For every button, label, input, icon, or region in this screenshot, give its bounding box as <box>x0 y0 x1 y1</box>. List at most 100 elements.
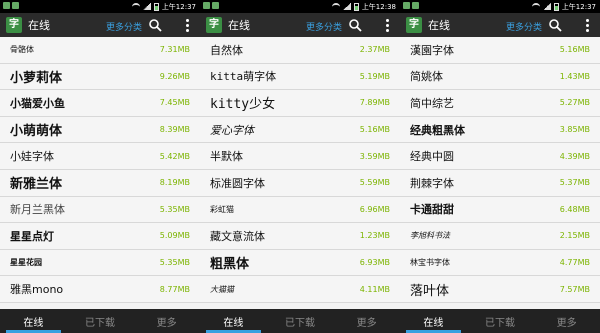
file-size: 5.16MB <box>359 125 390 135</box>
list-item[interactable]: 标准圆字体 5.59MB <box>200 169 400 197</box>
list-item[interactable]: 经典粗黑体 3.85MB <box>400 116 600 144</box>
file-size: 6.93MB <box>359 258 390 268</box>
tab-online[interactable]: 在线 <box>400 309 467 333</box>
file-size: 5.09MB <box>159 231 190 241</box>
list-item[interactable]: 星星花园 5.35MB <box>0 249 200 277</box>
list-item[interactable]: 新雅兰体 8.19MB <box>0 169 200 197</box>
file-size: 5.37MB <box>559 178 590 188</box>
tab-downloaded[interactable]: 已下载 <box>67 309 134 333</box>
tab-online[interactable]: 在线 <box>0 309 67 333</box>
list-item[interactable]: 半默体 3.59MB <box>200 143 400 170</box>
list-item[interactable]: 简中综艺 5.27MB <box>400 90 600 117</box>
signal-icon <box>142 3 151 10</box>
status-time: 上午12:37 <box>161 2 196 11</box>
font-name: 彩虹猫 <box>210 204 234 214</box>
file-size: 6.48MB <box>559 204 590 214</box>
overflow-menu-icon[interactable] <box>186 19 190 32</box>
list-item[interactable]: 经典中圆 4.39MB <box>400 143 600 170</box>
list-item[interactable]: 骨骼体 7.31MB <box>0 37 200 64</box>
font-name: 粗黑体 <box>210 257 250 273</box>
list-item[interactable]: kitta萌字体 5.19MB <box>200 63 400 91</box>
file-size: 7.45MB <box>159 98 190 108</box>
list-item[interactable]: 小猫爱小鱼 7.45MB <box>0 90 200 117</box>
font-name: kitta萌字体 <box>210 70 277 84</box>
status-bar: 上午12:38 <box>200 0 400 13</box>
file-size: 5.59MB <box>359 178 390 188</box>
list-item[interactable]: 简姚体 1.43MB <box>400 63 600 91</box>
more-categories-button[interactable]: 更多分类 <box>506 20 542 33</box>
font-name: 星星点灯 <box>10 229 54 243</box>
list-item[interactable]: 大猫猫 4.11MB <box>200 276 400 303</box>
tab-more[interactable]: 更多 <box>133 309 200 333</box>
font-name: 爱心字体 <box>210 123 254 137</box>
file-size: 4.77MB <box>559 258 590 268</box>
list-item[interactable]: 小萝莉体 9.26MB <box>0 63 200 91</box>
app-logo-icon[interactable]: 字 <box>206 17 222 33</box>
signal-icon <box>542 3 551 10</box>
notification-icon <box>403 2 410 9</box>
tab-more[interactable]: 更多 <box>533 309 600 333</box>
file-size: 4.39MB <box>559 151 590 161</box>
file-size: 2.15MB <box>559 231 590 241</box>
search-icon[interactable] <box>148 18 162 32</box>
tab-downloaded[interactable]: 已下载 <box>267 309 334 333</box>
list-item[interactable]: 彩虹猫 6.96MB <box>200 196 400 224</box>
file-size: 5.16MB <box>559 45 590 55</box>
app-logo-icon[interactable]: 字 <box>6 17 22 33</box>
notification-icon <box>412 2 419 9</box>
action-bar: 字 在线 更多分类 <box>0 13 200 37</box>
bottom-tab-bar: 在线 已下载 更多 <box>0 309 200 333</box>
list-item[interactable]: 新月兰黑体 5.35MB <box>0 196 200 224</box>
list-item[interactable]: kitty少女 7.89MB <box>200 90 400 117</box>
file-size: 8.77MB <box>159 284 190 294</box>
file-size: 1.23MB <box>359 231 390 241</box>
list-item[interactable]: 荆棘字体 5.37MB <box>400 169 600 197</box>
tab-more[interactable]: 更多 <box>333 309 400 333</box>
more-categories-button[interactable]: 更多分类 <box>106 20 142 33</box>
wifi-icon <box>131 3 140 10</box>
page-title: 在线 <box>228 19 250 32</box>
font-name: 藏文意流体 <box>210 229 265 243</box>
app-logo-icon[interactable]: 字 <box>406 17 422 33</box>
notification-icon <box>212 2 219 9</box>
list-item[interactable]: 林宝书字体 4.77MB <box>400 249 600 277</box>
search-icon[interactable] <box>348 18 362 32</box>
font-name: 荆棘字体 <box>410 176 454 190</box>
search-icon[interactable] <box>548 18 562 32</box>
list-item[interactable]: 卡通甜甜 6.48MB <box>400 196 600 224</box>
list-item[interactable]: 星星点灯 5.09MB <box>0 223 200 250</box>
overflow-menu-icon[interactable] <box>586 19 590 32</box>
list-item[interactable]: 雅黑mono 8.77MB <box>0 276 200 303</box>
overflow-menu-icon[interactable] <box>386 19 390 32</box>
list-item[interactable]: 小萌萌体 8.39MB <box>0 116 200 144</box>
file-size: 7.57MB <box>559 284 590 294</box>
file-size: 3.59MB <box>359 151 390 161</box>
font-name: 简姚体 <box>410 70 443 84</box>
more-categories-button[interactable]: 更多分类 <box>306 20 342 33</box>
font-list: 骨骼体 7.31MB 小萝莉体 9.26MB 小猫爱小鱼 7.45MB 小萌萌体 8.3… <box>0 37 200 303</box>
page-title: 在线 <box>28 19 50 32</box>
status-time: 上午12:38 <box>361 2 396 11</box>
tab-downloaded[interactable]: 已下载 <box>467 309 534 333</box>
notification-icon <box>203 2 210 9</box>
list-item[interactable]: 落叶体 7.57MB <box>400 276 600 303</box>
list-item[interactable]: 藏文意流体 1.23MB <box>200 223 400 250</box>
font-name: 漢園字体 <box>410 43 454 57</box>
file-size: 5.19MB <box>359 71 390 81</box>
font-name: 李旭科书法 <box>410 231 450 241</box>
list-item[interactable]: 李旭科书法 2.15MB <box>400 223 600 250</box>
list-item[interactable]: 小娃字体 5.42MB <box>0 143 200 170</box>
notification-icon <box>3 2 10 9</box>
action-bar: 字 在线 更多分类 <box>200 13 400 37</box>
tab-online[interactable]: 在线 <box>200 309 267 333</box>
notification-icon <box>12 2 19 9</box>
font-name: 自然体 <box>210 43 243 57</box>
font-name: 落叶体 <box>410 283 450 299</box>
list-item[interactable]: 自然体 2.37MB <box>200 37 400 64</box>
list-item[interactable]: 漢園字体 5.16MB <box>400 37 600 64</box>
list-item[interactable]: 爱心字体 5.16MB <box>200 116 400 144</box>
font-name: 卡通甜甜 <box>410 203 454 217</box>
list-item[interactable]: 粗黑体 6.93MB <box>200 249 400 277</box>
font-name: 小萝莉体 <box>10 70 63 86</box>
font-name: 小娃字体 <box>10 150 54 164</box>
